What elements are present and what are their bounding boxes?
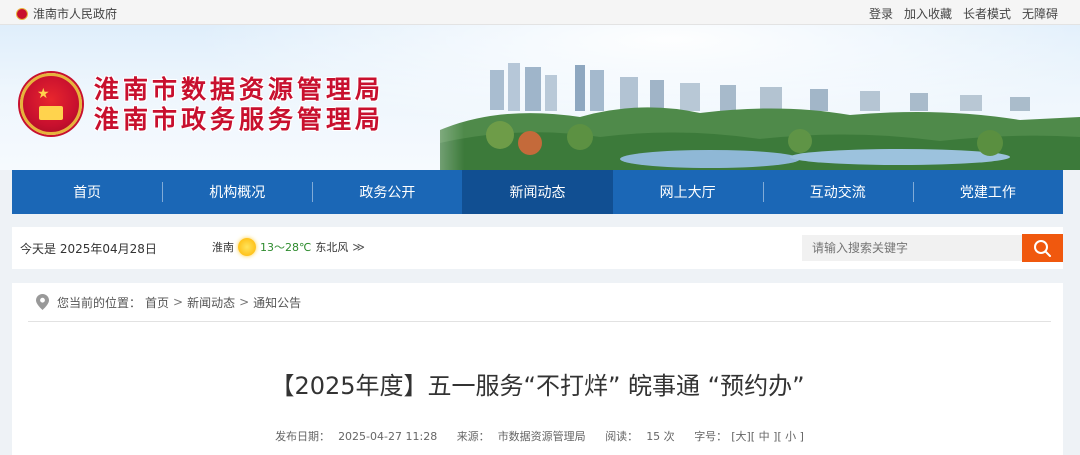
site-link[interactable]: 淮南市人民政府: [16, 5, 117, 22]
main-nav: 首页 机构概况 政务公开 新闻动态 网上大厅 互动交流 党建工作: [12, 170, 1063, 214]
accessibility-link[interactable]: 无障碍: [1022, 5, 1058, 22]
nav-item-government-affairs[interactable]: 政务公开: [312, 170, 462, 214]
font-size-small[interactable]: [ 小 ]: [777, 430, 804, 443]
search-button[interactable]: [1022, 234, 1063, 262]
national-emblem-logo: ★: [20, 73, 82, 135]
font-size-medium[interactable]: [ 中 ]: [751, 430, 778, 443]
weather-widget: 淮南 13～28℃ 东北风 ≫: [212, 238, 365, 256]
bureau-title-data: 淮南市数据资源管理局: [94, 75, 385, 104]
top-links: 登录 加入收藏 长者模式 无障碍: [869, 5, 1058, 22]
font-size-label: 字号：: [694, 430, 728, 443]
weather-more-icon[interactable]: ≫: [352, 240, 365, 254]
source-label: 来源：: [456, 430, 490, 443]
national-emblem-icon: [16, 7, 28, 20]
nav-item-online-hall[interactable]: 网上大厅: [613, 170, 763, 214]
article-meta: 发布日期： 2025-04-27 11:28 来源： 市数据资源管理局 阅读： 15 …: [12, 428, 1063, 444]
bureau-titles: 淮南市数据资源管理局 淮南市政务服务管理局: [94, 75, 384, 135]
site-name: 淮南市人民政府: [33, 7, 118, 21]
breadcrumb-news[interactable]: 新闻动态: [187, 294, 235, 311]
weather-city: 淮南: [212, 241, 234, 254]
info-bar: 今天是 2025年04月28日 淮南 13～28℃ 东北风 ≫: [12, 227, 1063, 269]
nav-item-home[interactable]: 首页: [12, 170, 162, 214]
source-name: 市数据资源管理局: [497, 430, 586, 443]
reads-label: 阅读：: [605, 430, 639, 443]
article-container: 您当前的位置： 首页 > 新闻动态 > 通知公告 【2025年度】五一服务“不打…: [12, 283, 1063, 455]
city-skyline-image: [440, 63, 1080, 170]
bureau-title-service: 淮南市政务服务管理局: [94, 105, 385, 134]
search-icon: [1034, 240, 1051, 257]
sunny-icon: [238, 238, 256, 256]
reads-info: 阅读： 15 次: [601, 430, 679, 443]
source-info: 来源： 市数据资源管理局: [453, 430, 590, 443]
header-banner: ★ 淮南市数据资源管理局 淮南市政务服务管理局: [0, 25, 1080, 170]
publish-date: 2025-04-27 11:28: [338, 430, 438, 443]
breadcrumb-prefix: 您当前的位置：: [57, 295, 142, 310]
search-input[interactable]: [802, 235, 1022, 261]
breadcrumb-home[interactable]: 首页: [145, 294, 169, 311]
breadcrumb-notices[interactable]: 通知公告: [253, 294, 301, 311]
top-utility-bar: 淮南市人民政府 登录 加入收藏 长者模式 无障碍: [0, 0, 1080, 25]
publish-label: 发布日期：: [275, 430, 331, 443]
breadcrumb: 您当前的位置： 首页 > 新闻动态 > 通知公告: [28, 283, 1051, 322]
add-favorite-link[interactable]: 加入收藏: [904, 5, 952, 22]
nav-item-party-building[interactable]: 党建工作: [912, 170, 1063, 214]
font-size-large[interactable]: [大]: [731, 430, 751, 443]
today-date: 今天是 2025年04月28日: [20, 242, 157, 256]
elderly-mode-link[interactable]: 长者模式: [963, 5, 1011, 22]
weather-temperature: 13～28℃: [260, 241, 312, 254]
nav-item-organization[interactable]: 机构概况: [162, 170, 312, 214]
emblem-gate-icon: [39, 106, 63, 120]
breadcrumb-separator: >: [239, 295, 250, 309]
font-size-controls: 字号： [大][ 中 ][ 小 ]: [690, 430, 804, 443]
location-pin-icon: [36, 294, 49, 310]
emblem-stars-icon: ★: [37, 86, 51, 102]
weather-wind: 东北风: [315, 241, 349, 254]
publish-info: 发布日期： 2025-04-27 11:28: [271, 430, 441, 443]
article-title: 【2025年度】五一服务“不打烊” 皖事通 “预约办”: [270, 372, 805, 400]
reads-count: 15 次: [646, 430, 675, 443]
nav-item-interaction[interactable]: 互动交流: [762, 170, 913, 214]
breadcrumb-separator: >: [173, 295, 184, 309]
nav-item-news[interactable]: 新闻动态: [462, 170, 613, 214]
login-link[interactable]: 登录: [869, 5, 893, 22]
